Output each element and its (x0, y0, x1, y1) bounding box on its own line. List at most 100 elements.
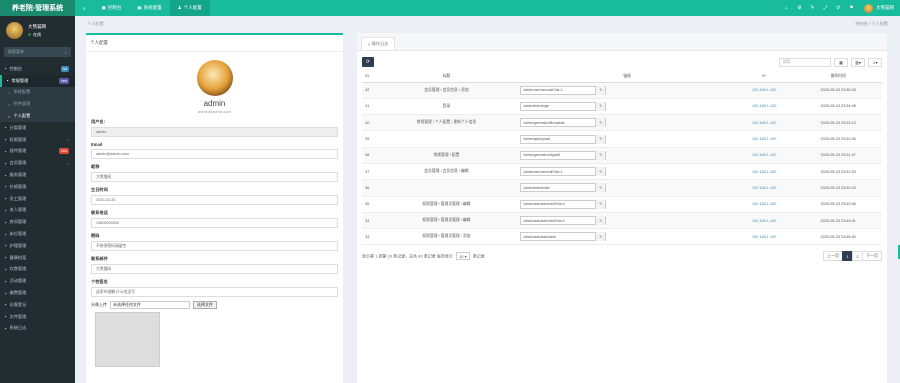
url-field[interactable]: /admin/user/user/edit?ids=1 ✎ (520, 167, 607, 177)
link-icon[interactable]: ✎ (595, 134, 606, 144)
sidebar-item[interactable]: ▪ 床位管理 (0, 228, 75, 240)
cell-ip[interactable]: 192.168.1.100 (734, 196, 795, 213)
column-header[interactable]: 标题 (372, 71, 521, 83)
sidebar-search-input[interactable]: 搜索菜单 ⌕ (4, 47, 71, 57)
sidebar-item[interactable]: ▪ 缴费管理 (0, 287, 75, 299)
url-field[interactable]: /admin/ajax/upload ✎ (520, 134, 607, 144)
cell-ip[interactable]: 192.168.1.100 (734, 147, 795, 164)
column-header[interactable]: 链接 (520, 71, 735, 83)
field-input[interactable]: 13800000000 (91, 218, 338, 228)
top-nav-item[interactable]: ▣ 系统配置 (129, 0, 169, 16)
page-button[interactable]: 下一页 (862, 251, 882, 262)
chevron-left-icon: ‹ (67, 137, 69, 143)
sidebar-item-label: 系统日志 (9, 325, 27, 331)
top-nav-item[interactable]: ≡ (75, 0, 94, 16)
page-button[interactable]: 上一页 (823, 251, 843, 262)
field-input[interactable]: 大熊猫网 (91, 172, 338, 182)
table-row: 33 权限管理 / 管理员管理 / 添加/admin/auth/admin/add… (362, 228, 882, 246)
sidebar-avatar (6, 22, 23, 39)
cell-ip[interactable]: 192.168.1.100 (734, 163, 795, 181)
sidebar-item[interactable]: ▪ 饮食管理 (0, 264, 75, 276)
sidebar-item[interactable]: ○ 个人配置 (0, 110, 75, 122)
sidebar-item[interactable]: ▪ 插件管理 new (0, 146, 75, 158)
url-field[interactable]: /admin/general/profile/update ✎ (520, 118, 607, 128)
export-button[interactable]: ⇩▾ (868, 57, 882, 67)
sidebar-item[interactable]: ▪ 护理管理 (0, 240, 75, 252)
sidebar-item[interactable]: ▪ 系统日志 (0, 323, 75, 335)
top-nav-item[interactable]: ♟ 个人配置 (169, 0, 210, 16)
sidebar-item[interactable]: ▪ 常规管理 new (0, 74, 75, 87)
cell-ip[interactable]: 192.168.1.100 (734, 130, 795, 148)
toolbar-icon[interactable]: ✎ (806, 0, 819, 16)
cell-ip[interactable]: 192.168.1.100 (734, 114, 795, 132)
link-icon[interactable]: ✎ (595, 183, 606, 193)
log-search-input[interactable]: 搜索 (779, 57, 831, 67)
choose-file-button[interactable]: 选择文件 (193, 301, 217, 309)
link-icon[interactable]: ✎ (595, 85, 606, 95)
avatar-file-input[interactable]: 未选择任何文件 (110, 301, 190, 309)
column-header[interactable]: ID (362, 71, 373, 83)
url-field[interactable]: /admin/general/config/edit ✎ (520, 150, 607, 160)
sidebar-item[interactable]: ○ 附件管理 (0, 98, 75, 111)
columns-button[interactable]: ▥▾ (851, 57, 865, 67)
cell-url: /admin/user/user/edit?ids=1 ✎ (520, 163, 735, 181)
refresh-button[interactable]: ⟳ (362, 57, 374, 67)
link-icon[interactable]: ✎ (595, 216, 606, 226)
url-field[interactable]: /admin/index/login ✎ (520, 101, 607, 111)
cell-ip[interactable]: 192.168.1.100 (734, 212, 795, 230)
link-icon[interactable]: ✎ (595, 167, 606, 177)
toggle-view-button[interactable]: ▦ (834, 57, 848, 67)
field-input: admin (91, 127, 338, 137)
sidebar-item[interactable]: ▪ 员工管理 (0, 193, 75, 205)
toolbar-icon[interactable]: ⟳ (832, 0, 845, 16)
top-user-menu[interactable]: 大熊猫网 (858, 3, 900, 13)
field-input[interactable]: 这家伙很懒,什么也没写 (91, 287, 338, 297)
sidebar-search-placeholder: 搜索菜单 (8, 49, 24, 54)
field-input[interactable]: 大熊猫网 (91, 264, 338, 274)
breadcrumb-left[interactable]: 个人配置 (87, 21, 104, 27)
column-header[interactable]: 操作时间 (794, 71, 882, 83)
sidebar-item[interactable]: ▪ 房间管理 (0, 216, 75, 228)
cell-title: 会员管理 / 会员信息 / 编辑 (372, 163, 521, 181)
link-icon[interactable]: ✎ (595, 199, 606, 209)
toolbar-icon[interactable]: ⤢ (819, 0, 832, 16)
profile-username: admin (203, 99, 226, 108)
tab-operation-log[interactable]: ≡ 操作日志 (361, 37, 396, 50)
url-field[interactable]: /admin/index/index ✎ (520, 183, 607, 193)
field-input[interactable]: admin@admin.com (91, 149, 338, 159)
url-field[interactable]: /admin/auth/admin/add ✎ (520, 232, 607, 242)
url-field[interactable]: /admin/auth/admin/edit?ids=2 ✎ (520, 216, 607, 226)
field-input[interactable]: 不修改密码请留空 (91, 241, 338, 251)
sidebar-item[interactable]: ▪ 活动管理 (0, 275, 75, 287)
sidebar-item[interactable]: ▪ 会员管理 ‹ (0, 157, 75, 169)
sidebar-item[interactable]: ▪ 价格管理 (0, 181, 75, 193)
sidebar-item[interactable]: ▪ 服务管理 (0, 169, 75, 181)
top-nav-item[interactable]: ▣ 控制台 (94, 0, 130, 16)
cell-ip[interactable]: 192.168.1.100 (734, 228, 795, 246)
sidebar-item[interactable]: ▪ 访客登记 (0, 299, 75, 311)
sidebar-item[interactable]: ○ 系统配置 (0, 86, 75, 99)
cell-ip[interactable]: 192.168.1.100 (734, 179, 795, 197)
link-icon[interactable]: ✎ (595, 150, 606, 160)
link-icon[interactable]: ✎ (595, 118, 606, 128)
link-icon[interactable]: ✎ (595, 232, 606, 242)
url-field[interactable]: /admin/user/user/add?ids=1 ✎ (520, 85, 607, 95)
cell-ip[interactable]: 192.168.1.100 (734, 98, 795, 116)
sidebar-item[interactable]: ▪ 权限管理 ‹ (0, 134, 75, 146)
sidebar-item[interactable]: ▪ 健康档案 (0, 252, 75, 264)
cell-ip[interactable]: 192.168.1.100 (734, 82, 795, 99)
field-input[interactable]: 2020-03-25 (91, 195, 338, 205)
column-header[interactable]: IP (734, 71, 795, 83)
page-size-select[interactable]: 10 ▾ (456, 252, 470, 261)
url-field[interactable]: /admin/auth/admin/edit?ids=2 ✎ (520, 199, 607, 209)
sidebar-item-label: 护理管理 (9, 242, 27, 248)
sidebar-item[interactable]: ▪ 文件管理 (0, 311, 75, 323)
link-icon[interactable]: ✎ (595, 101, 606, 111)
app-root: 养老院-管理系统 ≡ ▣ 控制台 ▣ 系统配置 ♟ 个人配置 ⌂ ⚙ ✎ ⤢ ⟳ ⚑ 大熊猫网 大熊猫… (0, 0, 900, 383)
toolbar-icon[interactable]: ⚑ (845, 0, 858, 16)
sidebar-item[interactable]: ▪ 分类管理 (0, 122, 75, 134)
toolbar-icon[interactable]: ⌂ (780, 0, 793, 16)
toolbar-icon[interactable]: ⚙ (793, 0, 806, 16)
sidebar-item[interactable]: ▪ 老人管理 (0, 205, 75, 217)
sidebar-item[interactable]: ▪ 控制台 hot (0, 63, 75, 75)
